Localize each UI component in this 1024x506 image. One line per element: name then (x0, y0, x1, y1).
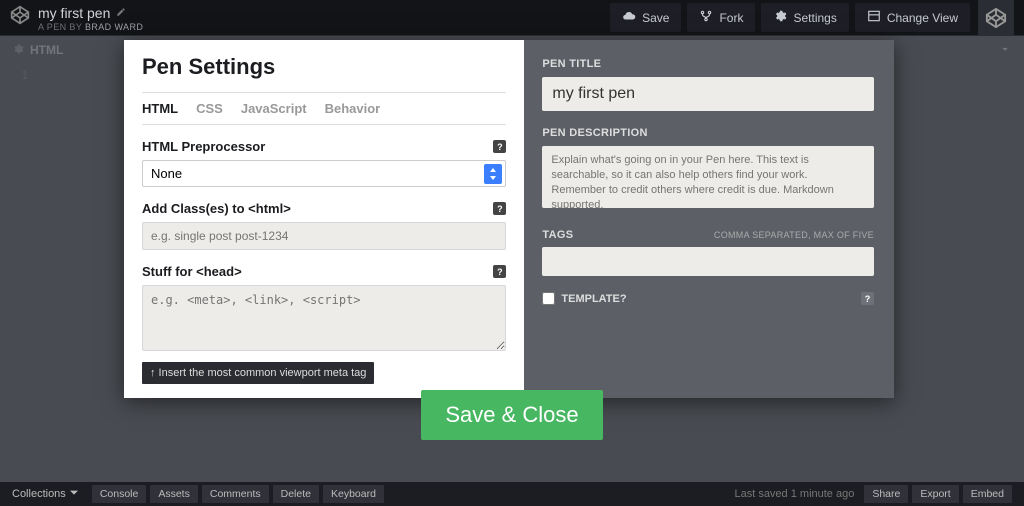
tab-javascript[interactable]: JavaScript (241, 101, 307, 116)
help-icon[interactable]: ? (493, 265, 506, 278)
pen-title-area: my first pen A PEN BY Brad Ward (38, 4, 143, 32)
cloud-icon (622, 9, 636, 26)
codepen-badge-icon[interactable] (978, 0, 1014, 36)
tags-label: TAGS (542, 229, 573, 241)
preprocessor-label: HTML Preprocessor ? (142, 139, 506, 154)
description-textarea[interactable] (542, 146, 874, 208)
template-row: TEMPLATE? ? (542, 292, 874, 305)
pen-title-label: PEN TITLE (542, 58, 874, 70)
settings-button[interactable]: Settings (761, 3, 848, 32)
add-classes-label: Add Class(es) to <html> ? (142, 201, 506, 216)
save-close-button[interactable]: Save & Close (421, 390, 602, 440)
keyboard-button[interactable]: Keyboard (323, 485, 384, 503)
help-icon[interactable]: ? (493, 140, 506, 153)
save-button[interactable]: Save (610, 3, 681, 32)
caret-down-icon (70, 488, 78, 500)
author-link[interactable]: Brad Ward (85, 22, 143, 32)
settings-left-pane: Pen Settings HTML CSS JavaScript Behavio… (124, 40, 524, 398)
pen-settings-modal: Pen Settings HTML CSS JavaScript Behavio… (124, 40, 894, 398)
pen-title: my first pen (38, 5, 110, 21)
export-button[interactable]: Export (912, 485, 958, 503)
collections-dropdown[interactable]: Collections (8, 485, 82, 503)
delete-button[interactable]: Delete (273, 485, 319, 503)
settings-tabs: HTML CSS JavaScript Behavior (142, 92, 506, 125)
comments-button[interactable]: Comments (202, 485, 269, 503)
pen-title-input[interactable] (542, 77, 874, 111)
stuff-head-label: Stuff for <head> ? (142, 264, 506, 279)
footer-bar: Collections Console Assets Comments Dele… (0, 482, 1024, 506)
tab-css[interactable]: CSS (196, 101, 223, 116)
tags-input[interactable] (542, 247, 874, 276)
last-saved-text: Last saved 1 minute ago (734, 488, 854, 500)
codepen-logo-icon (10, 5, 38, 30)
modal-title: Pen Settings (142, 54, 506, 80)
help-icon[interactable]: ? (861, 292, 874, 305)
template-checkbox[interactable] (542, 292, 555, 305)
layout-icon (867, 9, 881, 26)
tab-behavior[interactable]: Behavior (325, 101, 381, 116)
help-icon[interactable]: ? (493, 202, 506, 215)
pencil-icon[interactable] (116, 4, 126, 22)
share-button[interactable]: Share (864, 485, 908, 503)
stuff-head-textarea[interactable] (142, 285, 506, 351)
fork-button[interactable]: Fork (687, 3, 755, 32)
assets-button[interactable]: Assets (150, 485, 198, 503)
console-button[interactable]: Console (92, 485, 147, 503)
fork-icon (699, 9, 713, 26)
description-label: PEN DESCRIPTION (542, 127, 874, 139)
change-view-button[interactable]: Change View (855, 3, 970, 32)
settings-right-pane: PEN TITLE PEN DESCRIPTION TAGS COMMA SEP… (524, 40, 894, 398)
add-classes-input[interactable] (142, 222, 506, 250)
top-bar: my first pen A PEN BY Brad Ward Save For… (0, 0, 1024, 36)
tags-hint: COMMA SEPARATED, MAX OF FIVE (714, 230, 874, 240)
gear-icon (773, 9, 787, 26)
pen-subtitle: A PEN BY Brad Ward (38, 22, 143, 32)
preprocessor-select[interactable]: None (142, 160, 506, 187)
embed-button[interactable]: Embed (963, 485, 1012, 503)
tab-html[interactable]: HTML (142, 101, 178, 116)
